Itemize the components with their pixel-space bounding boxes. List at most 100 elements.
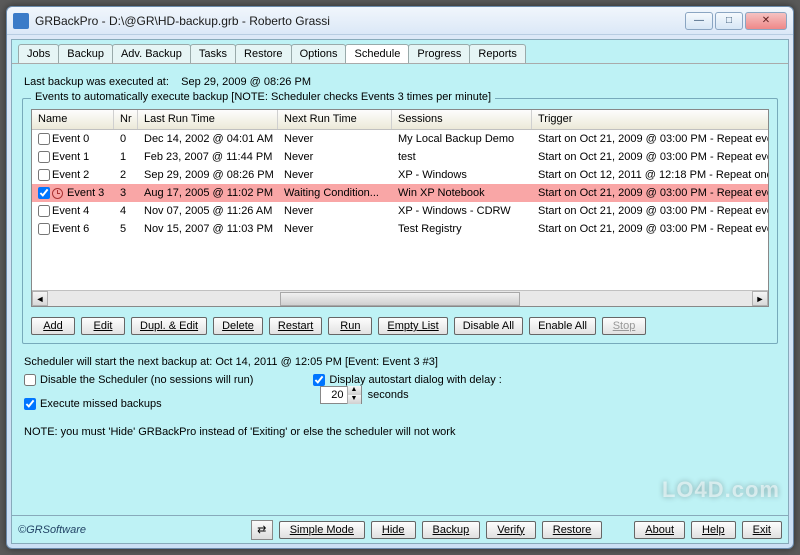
tab-backup[interactable]: Backup	[58, 44, 113, 63]
column-header[interactable]: Trigger	[532, 110, 769, 129]
row-checkbox[interactable]	[38, 133, 50, 145]
event-name: Event 2	[52, 169, 89, 181]
app-window: GRBackPro - D:\@GR\HD-backup.grb - Rober…	[6, 6, 794, 549]
cell-sessions: XP - Windows	[392, 168, 532, 182]
row-checkbox[interactable]	[38, 151, 50, 163]
cell-last: Dec 14, 2002 @ 04:01 AM	[138, 132, 278, 146]
cell-trigger: Start on Oct 21, 2009 @ 03:00 PM - Repea…	[532, 186, 768, 200]
disable-scheduler-label: Disable the Scheduler (no sessions will …	[40, 374, 253, 386]
exit-button[interactable]: Exit	[742, 521, 782, 539]
cell-next: Never	[278, 168, 392, 182]
cell-next: Never	[278, 204, 392, 218]
row-checkbox[interactable]	[38, 187, 50, 199]
tab-options[interactable]: Options	[291, 44, 347, 63]
column-header[interactable]: Last Run Time	[138, 110, 278, 129]
tab-jobs[interactable]: Jobs	[18, 44, 59, 63]
tab-progress[interactable]: Progress	[408, 44, 470, 63]
hide-button[interactable]: Hide	[371, 521, 416, 539]
event-name: Event 4	[52, 205, 89, 217]
cell-sessions: Win XP Notebook	[392, 186, 532, 200]
minimize-button[interactable]: —	[685, 12, 713, 30]
edit-button[interactable]: Edit	[81, 317, 125, 335]
restart-button[interactable]: Restart	[269, 317, 322, 335]
event-name: Event 3	[67, 187, 104, 199]
scroll-left-button[interactable]: ◄	[32, 291, 48, 306]
column-header[interactable]: Nr	[114, 110, 138, 129]
cell-sessions: My Local Backup Demo	[392, 132, 532, 146]
cell-next: Never	[278, 150, 392, 164]
table-row[interactable]: Event 11Feb 23, 2007 @ 11:44 PMNevertest…	[32, 148, 768, 166]
events-legend: Events to automatically execute backup […	[31, 91, 495, 103]
exec-missed-option[interactable]: Execute missed backups	[24, 398, 253, 410]
tab-strip: JobsBackupAdv. BackupTasksRestoreOptions…	[12, 40, 788, 64]
cell-nr: 5	[114, 222, 138, 236]
cell-next: Never	[278, 132, 392, 146]
event-name: Event 6	[52, 223, 89, 235]
statusbar: ©GRSoftware ⇄ Simple Mode Hide Backup Ve…	[12, 515, 788, 543]
disable-scheduler-option[interactable]: Disable the Scheduler (no sessions will …	[24, 374, 253, 386]
delay-up-button[interactable]: ▲	[347, 386, 361, 395]
empty-list-button[interactable]: Empty List	[378, 317, 447, 335]
delete-button[interactable]: Delete	[213, 317, 263, 335]
table-row[interactable]: Event 00Dec 14, 2002 @ 04:01 AMNeverMy L…	[32, 130, 768, 148]
cell-trigger: Start on Oct 12, 2011 @ 12:18 PM - Repea…	[532, 168, 768, 182]
cell-sessions: XP - Windows - CDRW	[392, 204, 532, 218]
disable-scheduler-checkbox[interactable]	[24, 374, 36, 386]
row-checkbox[interactable]	[38, 205, 50, 217]
event-name: Event 1	[52, 151, 89, 163]
clock-icon	[52, 188, 63, 199]
column-header[interactable]: Next Run Time	[278, 110, 392, 129]
cell-sessions: test	[392, 150, 532, 164]
cell-trigger: Start on Oct 21, 2009 @ 03:00 PM - Repea…	[532, 150, 768, 164]
table-row[interactable]: Event 33Aug 17, 2005 @ 11:02 PMWaiting C…	[32, 184, 768, 202]
tab-restore[interactable]: Restore	[235, 44, 292, 63]
tab-adv-backup[interactable]: Adv. Backup	[112, 44, 191, 63]
delay-spinner[interactable]: ▲ ▼	[320, 386, 362, 404]
last-backup-label: Last backup was executed at:	[24, 76, 169, 88]
table-row[interactable]: Event 65Nov 15, 2007 @ 11:03 PMNeverTest…	[32, 220, 768, 238]
maximize-button[interactable]: □	[715, 12, 743, 30]
table-row[interactable]: Event 22Sep 29, 2009 @ 08:26 PMNeverXP -…	[32, 166, 768, 184]
cell-trigger: Start on Oct 21, 2009 @ 03:00 PM - Repea…	[532, 204, 768, 218]
cell-nr: 2	[114, 168, 138, 182]
scheduler-note: NOTE: you must 'Hide' GRBackPro instead …	[24, 426, 776, 438]
tab-reports[interactable]: Reports	[469, 44, 526, 63]
column-header[interactable]: Name	[32, 110, 114, 129]
row-checkbox[interactable]	[38, 169, 50, 181]
tab-schedule[interactable]: Schedule	[345, 44, 409, 63]
last-backup-line: Last backup was executed at: Sep 29, 200…	[24, 76, 776, 88]
autostart-option[interactable]: Display autostart dialog with delay :	[313, 374, 501, 386]
dupl-edit-button[interactable]: Dupl. & Edit	[131, 317, 207, 335]
help-button[interactable]: Help	[691, 521, 736, 539]
disable-all-button[interactable]: Disable All	[454, 317, 523, 335]
scroll-right-button[interactable]: ►	[752, 291, 768, 306]
add-button[interactable]: Add	[31, 317, 75, 335]
table-row[interactable]: Event 44Nov 07, 2005 @ 11:26 AMNeverXP -…	[32, 202, 768, 220]
enable-all-button[interactable]: Enable All	[529, 317, 596, 335]
delay-input[interactable]	[321, 388, 347, 402]
cell-last: Nov 15, 2007 @ 11:03 PM	[138, 222, 278, 236]
app-icon	[13, 13, 29, 29]
horizontal-scrollbar[interactable]: ◄ ►	[32, 290, 768, 306]
close-button[interactable]: ✕	[745, 12, 787, 30]
stop-button[interactable]: Stop	[602, 317, 646, 335]
toggle-view-icon[interactable]: ⇄	[251, 520, 273, 540]
next-backup-line: Scheduler will start the next backup at:…	[24, 356, 776, 368]
autostart-checkbox[interactable]	[313, 374, 325, 386]
events-list[interactable]: NameNrLast Run TimeNext Run TimeSessions…	[31, 109, 769, 307]
column-header[interactable]: Sessions	[392, 110, 532, 129]
run-button[interactable]: Run	[328, 317, 372, 335]
about-button[interactable]: About	[634, 521, 685, 539]
schedule-tab-content: Last backup was executed at: Sep 29, 200…	[12, 64, 788, 515]
delay-down-button[interactable]: ▼	[347, 395, 361, 404]
titlebar: GRBackPro - D:\@GR\HD-backup.grb - Rober…	[7, 7, 793, 35]
tab-tasks[interactable]: Tasks	[190, 44, 236, 63]
backup-button[interactable]: Backup	[422, 521, 481, 539]
cell-next: Waiting Condition...	[278, 186, 392, 200]
verify-button[interactable]: Verify	[486, 521, 536, 539]
row-checkbox[interactable]	[38, 223, 50, 235]
simple-mode-button[interactable]: Simple Mode	[279, 521, 365, 539]
scroll-thumb[interactable]	[280, 292, 520, 306]
restore-button[interactable]: Restore	[542, 521, 603, 539]
exec-missed-checkbox[interactable]	[24, 398, 36, 410]
